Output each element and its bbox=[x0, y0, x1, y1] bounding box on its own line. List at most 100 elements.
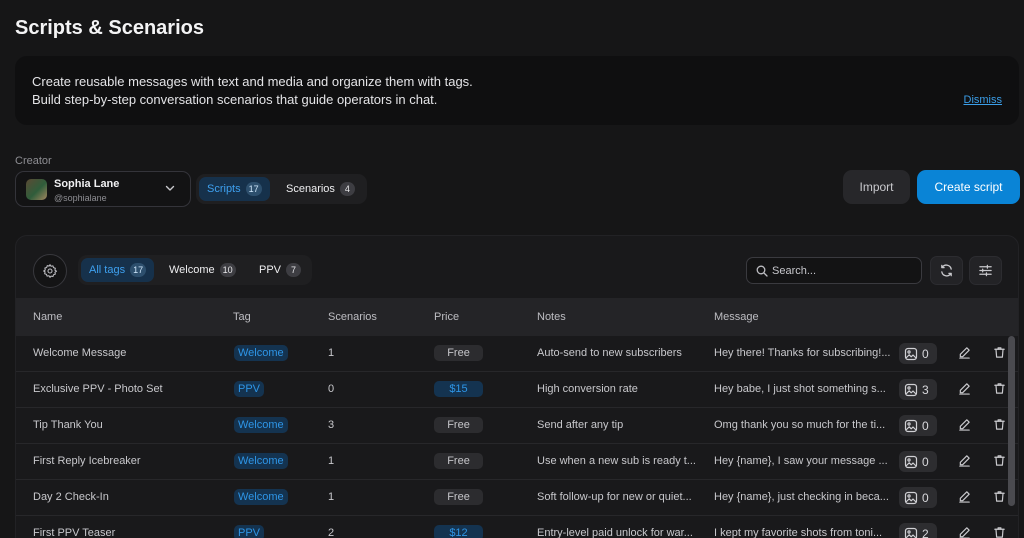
scrollbar[interactable] bbox=[1008, 336, 1015, 506]
media-count-value: 0 bbox=[922, 490, 929, 505]
media-count: 3 bbox=[899, 379, 937, 400]
media-count-value: 0 bbox=[922, 454, 929, 469]
tag-filter-welcome[interactable]: Welcome 10 bbox=[161, 258, 244, 282]
table-row[interactable]: Tip Thank You Welcome 3 Free Send after … bbox=[16, 408, 1018, 444]
price-badge: $15 bbox=[434, 381, 483, 397]
filter-button[interactable] bbox=[969, 256, 1002, 285]
cell-scenarios: 2 bbox=[328, 527, 335, 538]
trash-icon[interactable] bbox=[993, 418, 1006, 431]
edit-icon[interactable] bbox=[958, 382, 971, 395]
column-header-message[interactable]: Message bbox=[714, 311, 759, 323]
count-badge: 7 bbox=[286, 263, 302, 277]
page-title: Scripts & Scenarios bbox=[15, 17, 204, 39]
price-badge: Free bbox=[434, 489, 483, 505]
scripts-panel: All tags 17 Welcome 10 PPV 7 Name Tag bbox=[15, 235, 1019, 538]
dismiss-link[interactable]: Dismiss bbox=[964, 94, 1003, 106]
tag-filter-tabs: All tags 17 Welcome 10 PPV 7 bbox=[78, 255, 312, 285]
edit-icon[interactable] bbox=[958, 418, 971, 431]
image-icon bbox=[904, 419, 918, 432]
mode-tabs: Scripts 17 Scenarios 4 bbox=[196, 174, 367, 204]
count-badge: 4 bbox=[339, 182, 355, 196]
image-icon bbox=[904, 455, 918, 468]
tag-badge: PPV bbox=[234, 525, 265, 538]
search-box bbox=[746, 257, 922, 284]
table-body: Welcome Message Welcome 1 Free Auto-send… bbox=[16, 336, 1018, 538]
edit-icon[interactable] bbox=[958, 454, 971, 467]
column-header-name[interactable]: Name bbox=[33, 311, 62, 323]
tag-badge: Welcome bbox=[234, 453, 288, 469]
trash-icon[interactable] bbox=[993, 526, 1006, 538]
edit-icon[interactable] bbox=[958, 490, 971, 503]
creator-select[interactable]: Sophia Lane @sophialane bbox=[15, 171, 191, 207]
tag-filter-all[interactable]: All tags 17 bbox=[81, 258, 155, 282]
trash-icon[interactable] bbox=[993, 346, 1006, 359]
cell-notes: Send after any tip bbox=[537, 419, 624, 431]
count-badge: 10 bbox=[219, 263, 236, 277]
media-count-value: 0 bbox=[922, 418, 929, 433]
creator-name: Sophia Lane bbox=[54, 178, 120, 190]
chevron-down-icon bbox=[165, 185, 175, 191]
price-badge: Free bbox=[434, 417, 483, 433]
cell-name: Day 2 Check-In bbox=[33, 491, 109, 503]
cell-notes: High conversion rate bbox=[537, 383, 638, 395]
table-row[interactable]: Welcome Message Welcome 1 Free Auto-send… bbox=[16, 336, 1018, 372]
media-count-value: 2 bbox=[922, 526, 929, 538]
refresh-icon bbox=[941, 264, 952, 277]
edit-icon[interactable] bbox=[958, 526, 971, 538]
creator-label: Creator bbox=[15, 155, 52, 167]
table-row[interactable]: First PPV Teaser PPV 2 $12 Entry-level p… bbox=[16, 516, 1018, 538]
price-badge: Free bbox=[434, 345, 483, 361]
cell-scenarios: 1 bbox=[328, 491, 335, 503]
table-header: Name Tag Scenarios Price Notes Message bbox=[16, 298, 1018, 336]
import-button[interactable]: Import bbox=[843, 170, 910, 204]
tab-label: Scenarios bbox=[286, 183, 335, 195]
cell-scenarios: 1 bbox=[328, 347, 335, 359]
price-badge: Free bbox=[434, 453, 483, 469]
cell-message: Hey {name}, I saw your message ... bbox=[714, 455, 888, 467]
table-row[interactable]: First Reply Icebreaker Welcome 1 Free Us… bbox=[16, 444, 1018, 480]
banner-line-1: Create reusable messages with text and m… bbox=[32, 74, 473, 89]
column-header-notes[interactable]: Notes bbox=[537, 311, 566, 323]
settings-icon bbox=[43, 264, 58, 278]
tab-scripts[interactable]: Scripts 17 bbox=[199, 177, 270, 201]
media-count: 2 bbox=[899, 523, 937, 538]
tag-filter-label: All tags bbox=[89, 264, 126, 276]
trash-icon[interactable] bbox=[993, 382, 1006, 395]
cell-message: Omg thank you so much for the ti... bbox=[714, 419, 886, 431]
table-row[interactable]: Day 2 Check-In Welcome 1 Free Soft follo… bbox=[16, 480, 1018, 516]
column-header-price[interactable]: Price bbox=[434, 311, 459, 323]
cell-name: First Reply Icebreaker bbox=[33, 455, 141, 467]
refresh-button[interactable] bbox=[930, 256, 963, 285]
column-header-tag[interactable]: Tag bbox=[233, 311, 251, 323]
cell-notes: Entry-level paid unlock for war... bbox=[537, 527, 693, 538]
tab-label: Scripts bbox=[207, 183, 241, 195]
count-badge: 17 bbox=[245, 182, 262, 196]
media-count: 0 bbox=[899, 343, 937, 364]
edit-icon[interactable] bbox=[958, 346, 971, 359]
tag-badge: Welcome bbox=[234, 345, 288, 361]
cell-scenarios: 1 bbox=[328, 455, 335, 467]
tag-filter-label: Welcome bbox=[169, 264, 215, 276]
trash-icon[interactable] bbox=[993, 490, 1006, 503]
image-icon bbox=[904, 491, 918, 504]
trash-icon[interactable] bbox=[993, 454, 1006, 467]
filter-sliders-icon bbox=[979, 264, 992, 277]
cell-notes: Auto-send to new subscribers bbox=[537, 347, 682, 359]
cell-message: Hey {name}, just checking in beca... bbox=[714, 491, 889, 503]
search-icon bbox=[756, 265, 768, 277]
tab-scenarios[interactable]: Scenarios 4 bbox=[278, 177, 363, 201]
create-script-button[interactable]: Create script bbox=[917, 170, 1020, 204]
cell-name: Exclusive PPV - Photo Set bbox=[33, 383, 163, 395]
tag-filter-ppv[interactable]: PPV 7 bbox=[251, 258, 309, 282]
info-banner: Create reusable messages with text and m… bbox=[15, 56, 1019, 125]
settings-button[interactable] bbox=[33, 254, 67, 288]
search-input[interactable] bbox=[772, 262, 912, 280]
tag-badge: Welcome bbox=[234, 489, 288, 505]
cell-name: First PPV Teaser bbox=[33, 527, 116, 538]
media-count-value: 0 bbox=[922, 346, 929, 361]
price-badge: $12 bbox=[434, 525, 483, 538]
column-header-scenarios[interactable]: Scenarios bbox=[328, 311, 377, 323]
cell-notes: Use when a new sub is ready t... bbox=[537, 455, 696, 467]
cell-notes: Soft follow-up for new or quiet... bbox=[537, 491, 692, 503]
table-row[interactable]: Exclusive PPV - Photo Set PPV 0 $15 High… bbox=[16, 372, 1018, 408]
